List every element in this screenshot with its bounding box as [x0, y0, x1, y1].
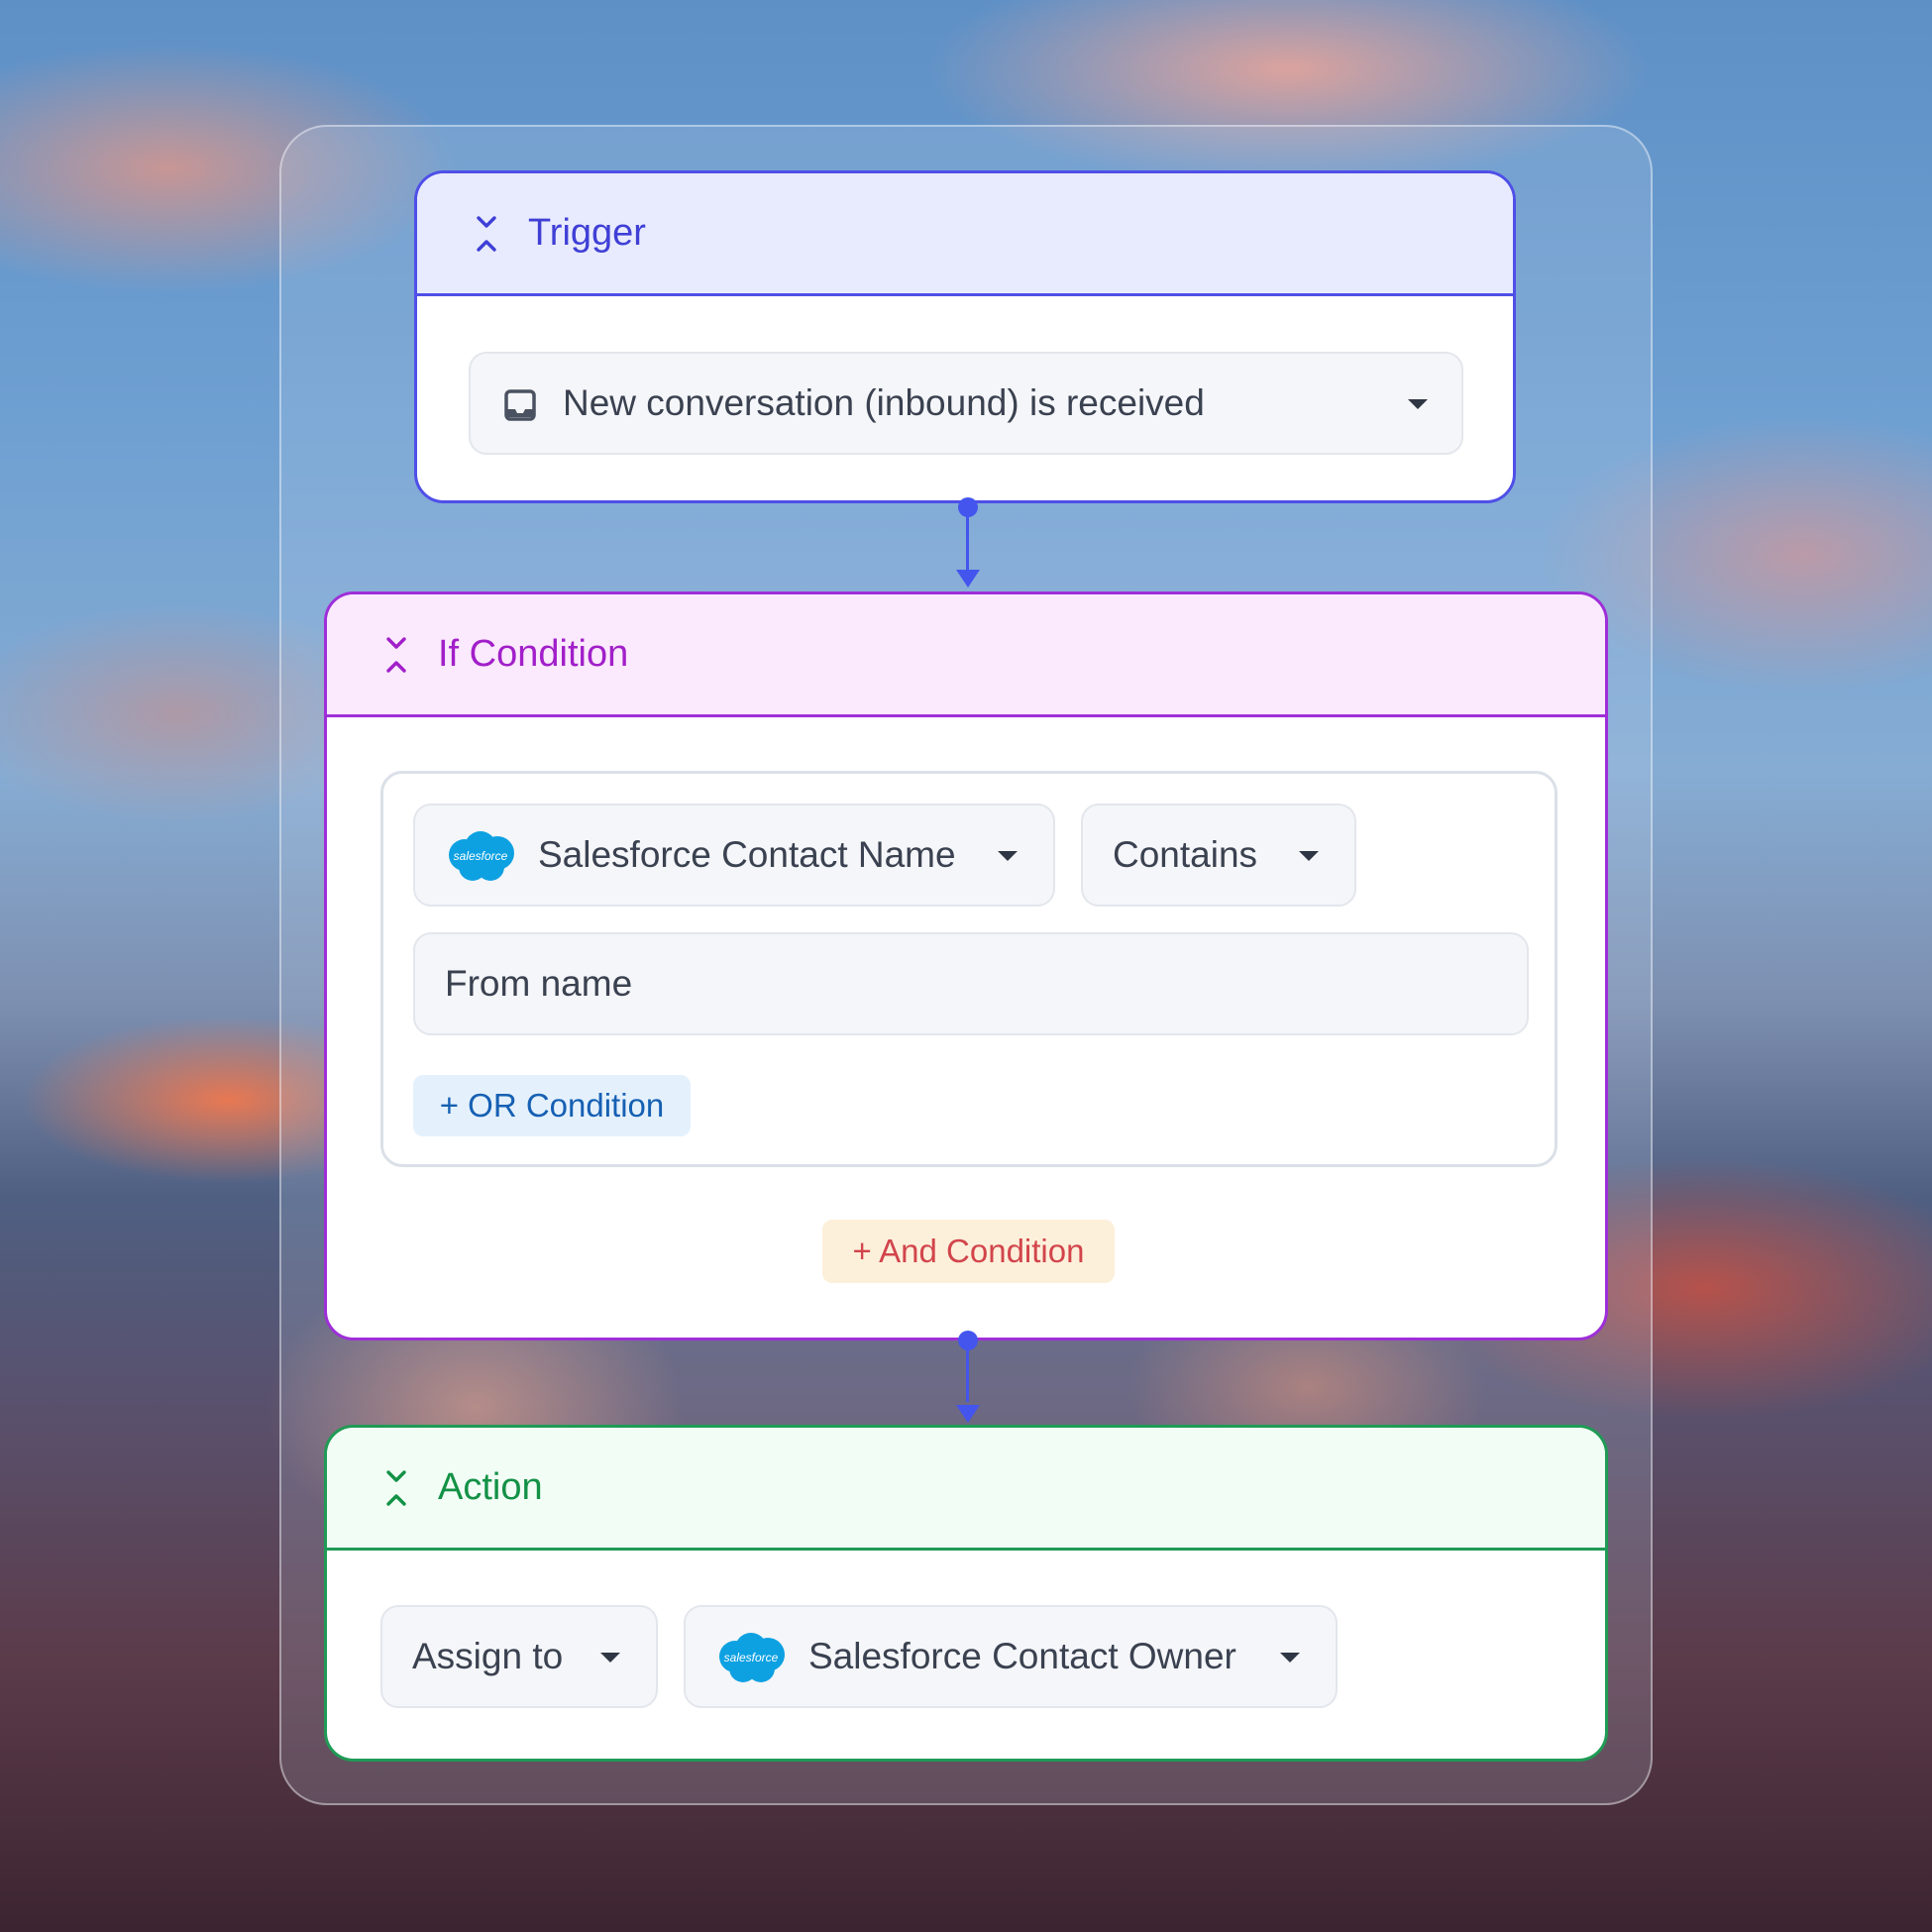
action-card: Action Assign to salesforce Salesforce C…	[324, 1425, 1608, 1762]
collapse-icon[interactable]	[382, 635, 410, 675]
condition-operator-value: Contains	[1113, 834, 1258, 875]
add-and-condition-label: + And Condition	[852, 1233, 1085, 1269]
action-title: Action	[438, 1466, 543, 1508]
connector-arrow	[956, 570, 980, 588]
action-header[interactable]: Action	[327, 1428, 1605, 1551]
condition-field-select[interactable]: salesforce Salesforce Contact Name	[413, 804, 1055, 907]
caret-down-icon	[600, 1653, 620, 1663]
collapse-icon[interactable]	[382, 1468, 410, 1508]
if-condition-header[interactable]: If Condition	[327, 594, 1605, 717]
action-target-select[interactable]: salesforce Salesforce Contact Owner	[684, 1605, 1338, 1708]
action-type-value: Assign to	[412, 1636, 564, 1676]
condition-value-text: From name	[445, 963, 633, 1004]
salesforce-logo: salesforce	[719, 1633, 785, 1682]
action-type-select[interactable]: Assign to	[380, 1605, 658, 1708]
svg-text:salesforce: salesforce	[724, 1651, 779, 1664]
condition-field-value: Salesforce Contact Name	[538, 834, 956, 875]
if-condition-card: If Condition salesforce Salesforce Conta…	[324, 591, 1608, 1341]
connector-line	[966, 1341, 969, 1402]
add-or-condition-label: + OR Condition	[439, 1087, 665, 1124]
collapse-icon[interactable]	[473, 214, 500, 254]
connector-line	[966, 507, 969, 571]
trigger-event-select[interactable]: New conversation (inbound) is received	[469, 352, 1463, 455]
inbox-icon	[504, 389, 536, 421]
caret-down-icon	[998, 851, 1018, 861]
trigger-event-value: New conversation (inbound) is received	[563, 382, 1205, 423]
connector-arrow	[956, 1405, 980, 1423]
trigger-title: Trigger	[528, 212, 646, 254]
caret-down-icon	[1299, 851, 1319, 861]
caret-down-icon	[1408, 399, 1428, 409]
if-condition-title: If Condition	[438, 633, 629, 675]
add-and-condition-button[interactable]: + And Condition	[822, 1220, 1115, 1283]
add-or-condition-button[interactable]: + OR Condition	[413, 1075, 691, 1136]
condition-value-input[interactable]: From name	[413, 932, 1529, 1035]
action-target-value: Salesforce Contact Owner	[808, 1636, 1236, 1676]
condition-group: salesforce Salesforce Contact Name Conta…	[380, 771, 1557, 1167]
svg-text:salesforce: salesforce	[454, 849, 508, 863]
trigger-card: Trigger New conversation (inbound) is re…	[414, 170, 1516, 503]
trigger-header[interactable]: Trigger	[417, 173, 1513, 296]
condition-operator-select[interactable]: Contains	[1081, 804, 1356, 907]
caret-down-icon	[1280, 1653, 1300, 1663]
salesforce-logo: salesforce	[449, 831, 514, 881]
